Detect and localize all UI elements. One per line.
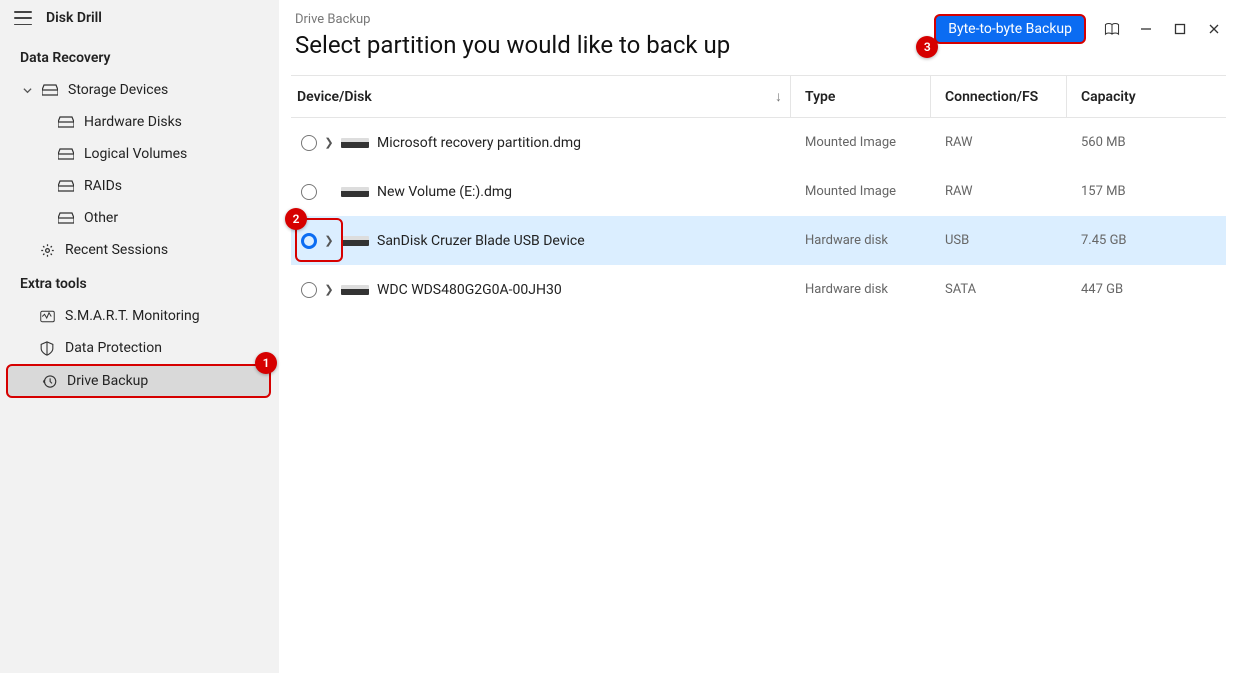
sidebar-item-hardware-disks[interactable]: Hardware Disks xyxy=(0,106,279,138)
device-name: New Volume (E:).dmg xyxy=(377,184,512,200)
chevron-down-icon xyxy=(22,86,32,95)
main-content: Drive Backup Select partition you would … xyxy=(279,0,1238,673)
history-icon xyxy=(41,373,57,389)
sidebar-item-label: Logical Volumes xyxy=(84,146,187,162)
drive-icon xyxy=(58,146,74,162)
gear-icon xyxy=(39,242,55,258)
sidebar-item-label: Data Protection xyxy=(65,340,162,356)
device-connection: USB xyxy=(931,233,1067,248)
sidebar-item-label: Hardware Disks xyxy=(84,114,182,130)
device-capacity: 560 MB xyxy=(1067,135,1212,150)
table-body: ❯ Microsoft recovery partition.dmg Mount… xyxy=(291,118,1226,314)
device-name: WDC WDS480G2G0A-00JH30 xyxy=(377,282,562,298)
drive-icon xyxy=(58,178,74,194)
device-type: Mounted Image xyxy=(791,135,931,150)
sidebar-item-other[interactable]: Other xyxy=(0,202,279,234)
byte-to-byte-backup-button[interactable]: Byte-to-byte Backup xyxy=(934,14,1086,44)
page-header: Drive Backup Select partition you would … xyxy=(279,0,1238,75)
sidebar-item-smart-monitoring[interactable]: S.M.A.R.T. Monitoring xyxy=(0,300,279,332)
sidebar-item-label: S.M.A.R.T. Monitoring xyxy=(65,308,200,324)
sidebar-item-label: Recent Sessions xyxy=(65,242,168,258)
callout-badge-2: 2 xyxy=(285,208,307,230)
device-name: SanDisk Cruzer Blade USB Device xyxy=(377,233,585,249)
radio-button[interactable] xyxy=(301,233,317,249)
breadcrumb: Drive Backup xyxy=(295,12,934,27)
sidebar-item-logical-volumes[interactable]: Logical Volumes xyxy=(0,138,279,170)
device-connection: RAW xyxy=(931,135,1067,150)
table-header: Device/Disk ↓ Type Connection/FS Capacit… xyxy=(291,75,1226,118)
app-title: Disk Drill xyxy=(46,10,102,26)
chevron-right-icon[interactable]: ❯ xyxy=(325,136,333,149)
menu-icon[interactable] xyxy=(14,11,32,25)
drive-icon xyxy=(42,82,58,98)
section-extra-tools: Extra tools xyxy=(0,266,279,300)
book-icon[interactable] xyxy=(1104,21,1120,37)
sidebar-item-label: Other xyxy=(84,210,118,226)
drive-icon xyxy=(58,114,74,130)
device-name: Microsoft recovery partition.dmg xyxy=(377,135,581,151)
page-title: Select partition you would like to back … xyxy=(295,31,934,59)
table-row[interactable]: ❯ Microsoft recovery partition.dmg Mount… xyxy=(291,118,1226,167)
sidebar-item-label: RAIDs xyxy=(84,178,122,194)
disk-icon xyxy=(341,236,369,246)
chevron-right-icon[interactable]: ❯ xyxy=(325,234,333,247)
device-capacity: 447 GB xyxy=(1067,282,1212,297)
column-connection[interactable]: Connection/FS xyxy=(931,76,1067,117)
radio-button[interactable] xyxy=(301,184,317,200)
table-row[interactable]: ❯ WDC WDS480G2G0A-00JH30 Hardware disk S… xyxy=(291,265,1226,314)
drive-icon xyxy=(58,210,74,226)
sidebar-item-storage-devices[interactable]: Storage Devices xyxy=(0,74,279,106)
sidebar-item-label: Drive Backup xyxy=(67,373,148,389)
activity-icon xyxy=(39,308,55,324)
section-data-recovery: Data Recovery xyxy=(0,40,279,74)
chevron-right-icon[interactable]: ❯ xyxy=(325,283,333,296)
disk-icon xyxy=(341,138,369,148)
sidebar-item-label: Storage Devices xyxy=(68,82,168,98)
device-capacity: 157 MB xyxy=(1067,184,1212,199)
sort-down-icon: ↓ xyxy=(775,88,782,105)
sidebar-item-data-protection[interactable]: Data Protection xyxy=(0,332,279,364)
title-bar: Disk Drill xyxy=(0,0,279,40)
device-type: Hardware disk xyxy=(791,233,931,248)
column-device-label: Device/Disk xyxy=(297,89,372,105)
radio-button[interactable] xyxy=(301,282,317,298)
device-connection: SATA xyxy=(931,282,1067,297)
table-row[interactable]: ❯ SanDisk Cruzer Blade USB Device Hardwa… xyxy=(291,216,1226,265)
disk-icon xyxy=(341,187,369,197)
disk-icon xyxy=(341,285,369,295)
column-device[interactable]: Device/Disk ↓ xyxy=(291,76,791,117)
device-type: Mounted Image xyxy=(791,184,931,199)
shield-icon xyxy=(39,340,55,356)
device-capacity: 7.45 GB xyxy=(1067,233,1212,248)
callout-badge-3: 3 xyxy=(916,36,938,58)
sidebar-item-raids[interactable]: RAIDs xyxy=(0,170,279,202)
callout-badge-1: 1 xyxy=(255,352,277,374)
device-connection: RAW xyxy=(931,184,1067,199)
column-capacity[interactable]: Capacity xyxy=(1067,76,1212,117)
sidebar: Disk Drill Data Recovery Storage Devices… xyxy=(0,0,279,673)
maximize-icon[interactable] xyxy=(1172,21,1188,37)
sidebar-item-drive-backup[interactable]: Drive Backup xyxy=(6,364,271,398)
column-type[interactable]: Type xyxy=(791,76,931,117)
minimize-icon[interactable] xyxy=(1138,21,1154,37)
close-icon[interactable] xyxy=(1206,21,1222,37)
table-row[interactable]: New Volume (E:).dmg Mounted Image RAW 15… xyxy=(291,167,1226,216)
radio-button[interactable] xyxy=(301,135,317,151)
sidebar-item-recent-sessions[interactable]: Recent Sessions xyxy=(0,234,279,266)
device-type: Hardware disk xyxy=(791,282,931,297)
